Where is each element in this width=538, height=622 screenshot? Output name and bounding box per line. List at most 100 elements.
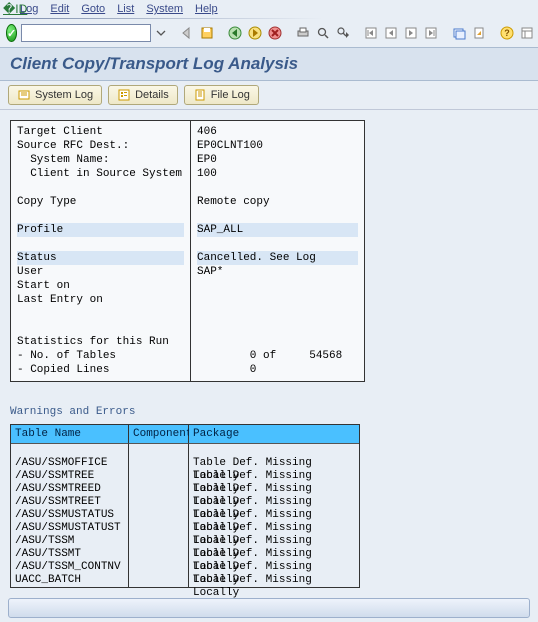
cell-component xyxy=(129,457,189,470)
file-log-icon xyxy=(193,88,207,102)
col-table-name[interactable]: Table Name xyxy=(11,425,129,444)
menu-bar: �ID Log Edit Goto List System Help xyxy=(0,0,538,18)
file-log-button[interactable]: File Log xyxy=(184,85,259,105)
table-row[interactable]: /ASU/TSSMT Table Def. Missing Locally xyxy=(11,548,359,561)
table-row[interactable]: /ASU/SSMOFFICE Table Def. Missing Locally xyxy=(11,457,359,470)
col-package[interactable]: Package xyxy=(189,425,359,444)
val-target-client: 406 xyxy=(197,125,358,139)
cell-package: Table Def. Missing Locally xyxy=(189,574,359,587)
lbl-source-rfc: Source RFC Dest.: xyxy=(17,139,184,153)
menu-list[interactable]: List xyxy=(117,3,134,15)
find-icon[interactable] xyxy=(315,23,331,43)
lbl-user: User xyxy=(17,265,184,279)
table-row[interactable]: /ASU/SSMTREET Table Def. Missing Locally xyxy=(11,496,359,509)
cell-table-name: /ASU/SSMTREET xyxy=(11,496,129,509)
menu-edit[interactable]: Edit xyxy=(50,3,69,15)
cell-package: Table Def. Missing Locally xyxy=(189,483,359,496)
table-row[interactable]: /ASU/TSSM_CONTNVTable Def. Missing Local… xyxy=(11,561,359,574)
lbl-profile: Profile xyxy=(17,223,184,237)
next-page-icon[interactable] xyxy=(403,23,419,43)
cell-package: Table Def. Missing Locally xyxy=(189,535,359,548)
cell-component xyxy=(129,548,189,561)
cell-table-name: /ASU/SSMTREE xyxy=(11,470,129,483)
col-component[interactable]: Component xyxy=(129,425,189,444)
val-system-name: EP0 xyxy=(197,153,358,167)
table-row[interactable]: /ASU/TSSM Table Def. Missing Locally xyxy=(11,535,359,548)
warnings-title: Warnings and Errors xyxy=(10,406,528,418)
new-session-icon[interactable] xyxy=(451,23,467,43)
val-user: SAP* xyxy=(197,265,358,279)
cell-package: Table Def. Missing Locally xyxy=(189,496,359,509)
app-toolbar: System Log Details File Log xyxy=(0,81,538,110)
cell-component xyxy=(129,561,189,574)
val-client-in-src: 100 xyxy=(197,167,358,181)
nav-exit-icon[interactable] xyxy=(247,23,263,43)
table-row[interactable]: UACC_BATCH Table Def. Missing Locally xyxy=(11,574,359,587)
cell-package: Table Def. Missing Locally xyxy=(189,509,359,522)
info-box: Target Client Source RFC Dest.: System N… xyxy=(10,120,365,382)
nav-back-icon[interactable] xyxy=(227,23,243,43)
lbl-no-tables: - No. of Tables xyxy=(17,349,184,363)
val-copied-lines: 0 xyxy=(197,363,358,377)
lbl-last-entry: Last Entry on xyxy=(17,293,184,307)
cell-component xyxy=(129,522,189,535)
details-button[interactable]: Details xyxy=(108,85,178,105)
file-log-label: File Log xyxy=(211,89,250,101)
cell-table-name: /ASU/SSMOFFICE xyxy=(11,457,129,470)
last-page-icon[interactable] xyxy=(423,23,439,43)
menu-goto[interactable]: Goto xyxy=(81,3,105,15)
status-bar xyxy=(8,598,530,618)
command-field[interactable] xyxy=(21,24,151,42)
lbl-target-client: Target Client xyxy=(17,125,184,139)
system-log-icon xyxy=(17,88,31,102)
cell-package: Table Def. Missing Locally xyxy=(189,548,359,561)
first-page-icon[interactable] xyxy=(363,23,379,43)
lbl-copy-type: Copy Type xyxy=(17,195,184,209)
cell-package: Table Def. Missing Locally xyxy=(189,457,359,470)
cell-table-name: /ASU/SSMTREED xyxy=(11,483,129,496)
cell-component xyxy=(129,535,189,548)
cell-component xyxy=(129,483,189,496)
svg-text:?: ? xyxy=(504,28,510,38)
cell-component xyxy=(129,574,189,587)
table-row[interactable]: /ASU/SSMTREED Table Def. Missing Locally xyxy=(11,483,359,496)
lbl-start-on: Start on xyxy=(17,279,184,293)
table-row[interactable]: /ASU/SSMTREE Table Def. Missing Locally xyxy=(11,470,359,483)
val-profile: SAP_ALL xyxy=(197,223,358,237)
create-shortcut-icon[interactable] xyxy=(471,23,487,43)
cell-package: Table Def. Missing Locally xyxy=(189,522,359,535)
save-icon[interactable] xyxy=(199,23,215,43)
table-row[interactable]: /ASU/SSMUSTATUS Table Def. Missing Locall… xyxy=(11,509,359,522)
prev-page-icon[interactable] xyxy=(383,23,399,43)
lbl-stats-hdr: Statistics for this Run xyxy=(17,335,184,349)
enter-button[interactable]: ✓ xyxy=(6,24,17,42)
val-start-on xyxy=(197,279,358,293)
cell-table-name: UACC_BATCH xyxy=(11,574,129,587)
val-copy-type: Remote copy xyxy=(197,195,358,209)
cell-table-name: /ASU/TSSMT xyxy=(11,548,129,561)
help-icon[interactable]: ? xyxy=(499,23,515,43)
menu-help[interactable]: Help xyxy=(195,3,218,15)
lbl-status: Status xyxy=(17,251,184,265)
val-status: Cancelled. See Log xyxy=(197,251,358,265)
cell-table-name: /ASU/SSMUSTATUS xyxy=(11,509,129,522)
find-next-icon[interactable] xyxy=(335,23,351,43)
dropdown-icon[interactable] xyxy=(155,23,167,43)
val-last-entry xyxy=(197,293,358,307)
cell-package: Table Def. Missing Locally xyxy=(189,470,359,483)
system-log-button[interactable]: System Log xyxy=(8,85,102,105)
page-title: Client Copy/Transport Log Analysis xyxy=(10,54,528,74)
cell-component xyxy=(129,509,189,522)
cell-table-name: /ASU/TSSM xyxy=(11,535,129,548)
layout-menu-icon[interactable] xyxy=(519,23,535,43)
table-row[interactable]: /ASU/SSMUSTATUST Table Def. Missing Local… xyxy=(11,522,359,535)
lbl-client-in-src: Client in Source System xyxy=(17,167,184,181)
print-icon[interactable] xyxy=(295,23,311,43)
val-no-tables: 0 of 54568 xyxy=(197,349,358,363)
menu-system[interactable]: System xyxy=(146,3,183,15)
cell-component xyxy=(129,496,189,509)
cell-table-name: /ASU/SSMUSTATUST xyxy=(11,522,129,535)
back-icon[interactable] xyxy=(179,23,195,43)
nav-cancel-icon[interactable] xyxy=(267,23,283,43)
cell-table-name: /ASU/TSSM_CONTNV xyxy=(11,561,129,574)
